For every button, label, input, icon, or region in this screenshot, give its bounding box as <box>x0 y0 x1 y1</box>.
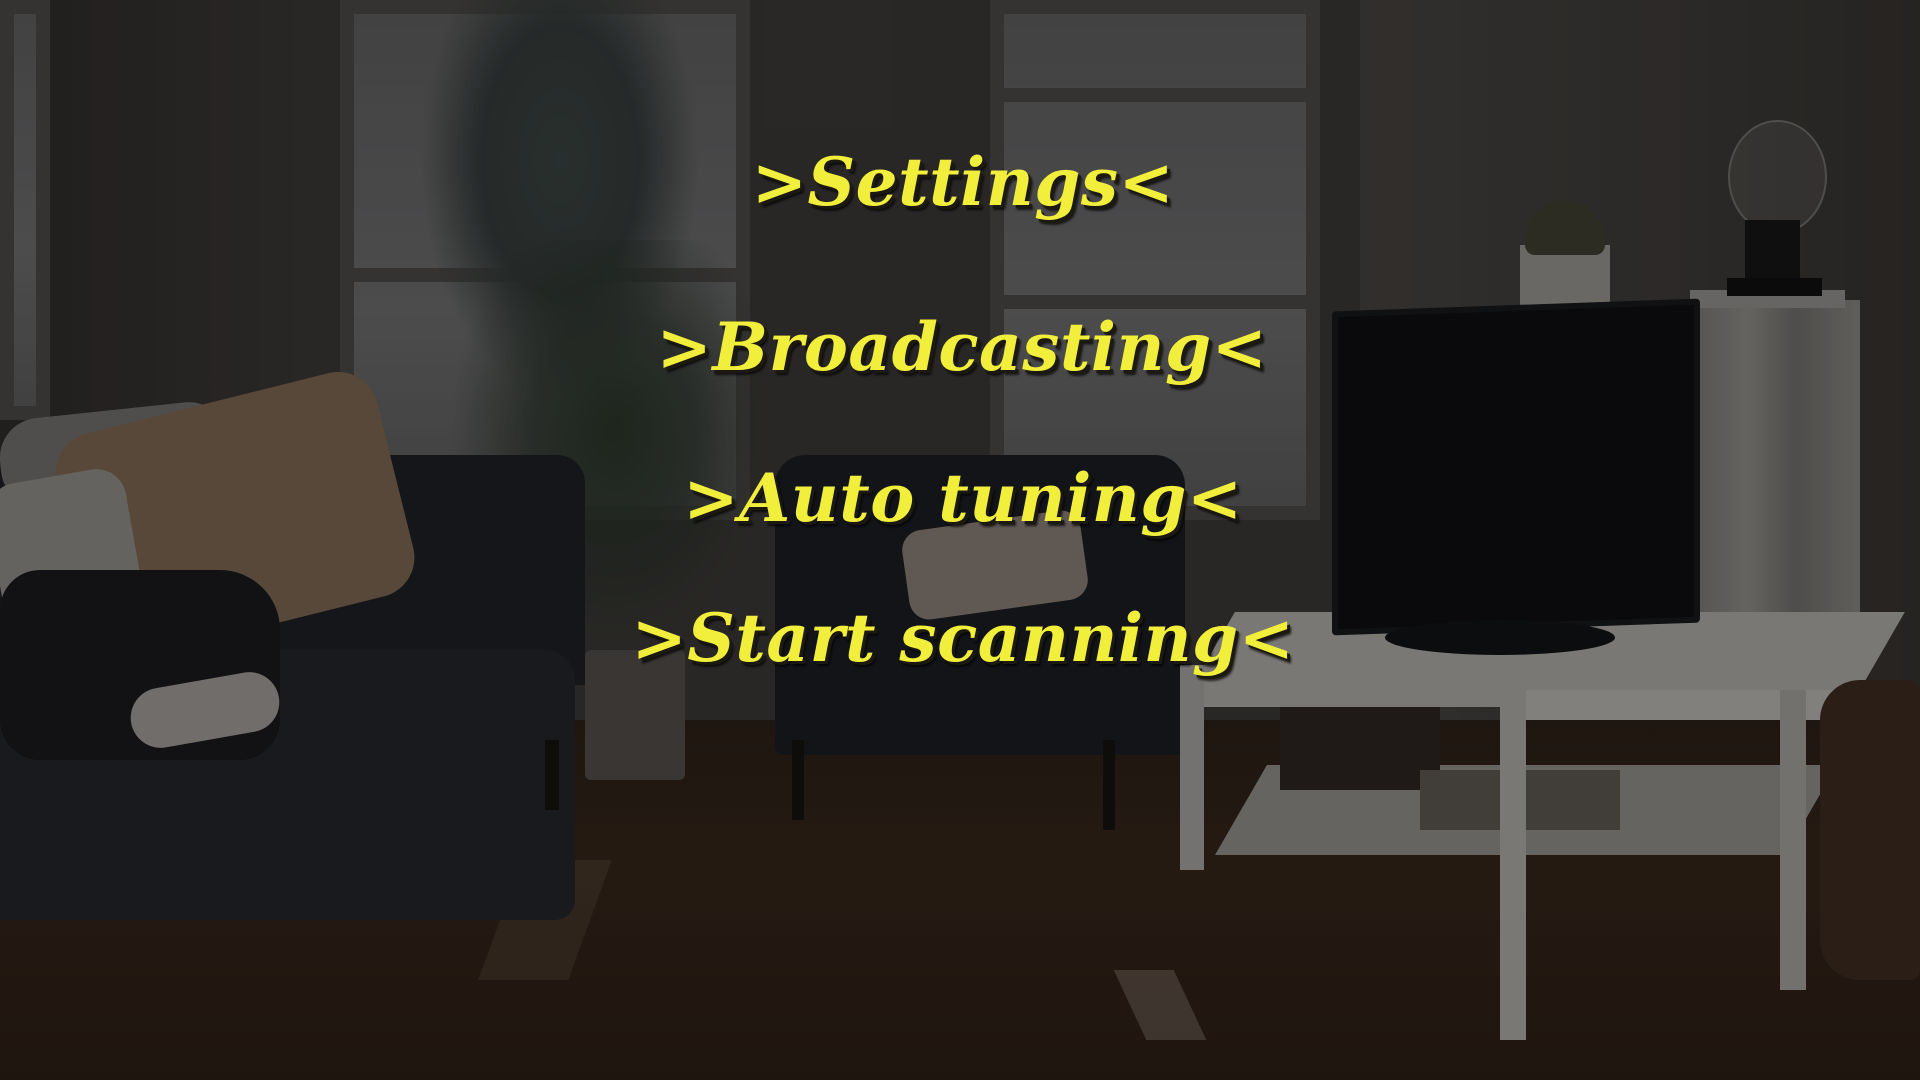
menu-item-settings[interactable]: >Settings< <box>3 142 1920 222</box>
menu-item-start-scanning[interactable]: >Start scanning< <box>3 598 1920 678</box>
tv-menu: >Settings< >Broadcasting< >Auto tuning< … <box>0 0 1920 1080</box>
menu-item-auto-tuning[interactable]: >Auto tuning< <box>3 458 1920 538</box>
menu-item-broadcasting[interactable]: >Broadcasting< <box>2 307 1920 387</box>
